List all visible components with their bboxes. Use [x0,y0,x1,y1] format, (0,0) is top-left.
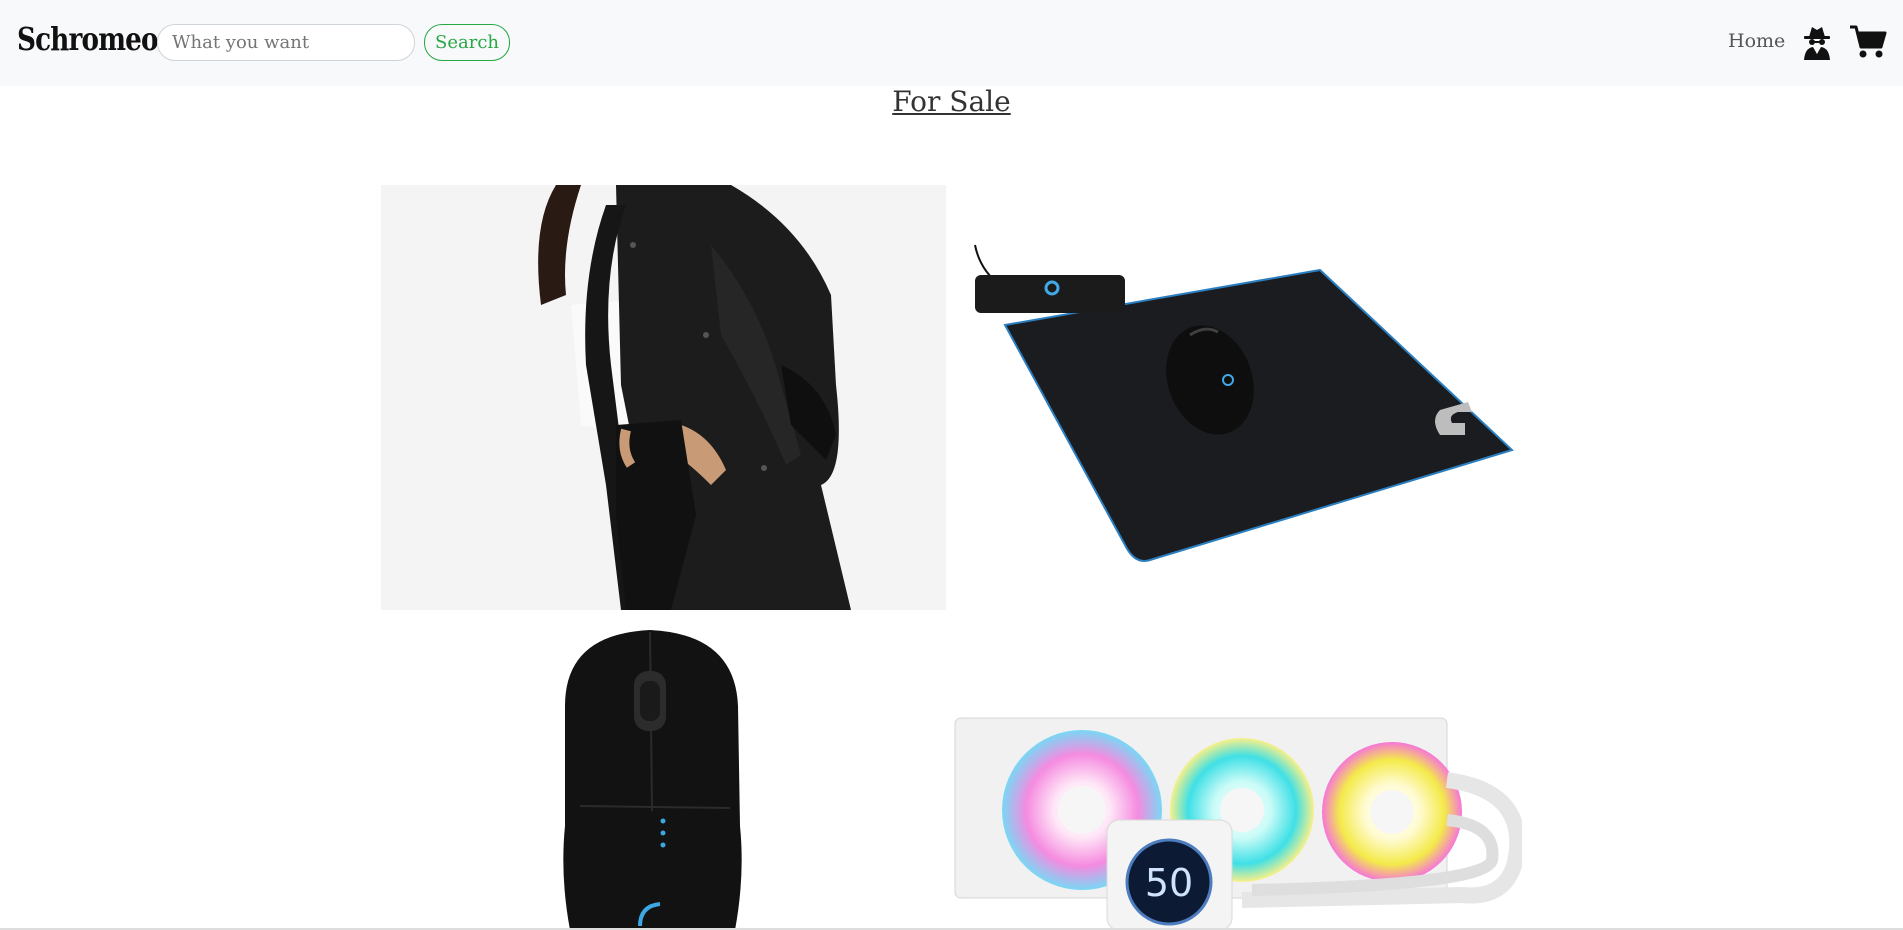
cooler-display-value: 50 [1145,861,1193,905]
search-input[interactable] [157,24,415,61]
cart-icon[interactable] [1849,24,1887,60]
nav-home-link[interactable]: Home [1728,30,1785,52]
product-image-liquid-cooler[interactable]: 50 [952,700,1522,930]
product-image-gaming-mouse[interactable] [540,626,770,930]
navbar: Schromeo Search Home [0,0,1903,86]
spy-icon[interactable] [1801,24,1833,60]
product-image-mousepad[interactable] [960,240,1515,570]
page-title: For Sale [892,85,1011,118]
search-button[interactable]: Search [424,24,510,61]
product-image-denim-jacket[interactable] [381,185,946,610]
brand-logo[interactable]: Schromeo [17,20,159,58]
